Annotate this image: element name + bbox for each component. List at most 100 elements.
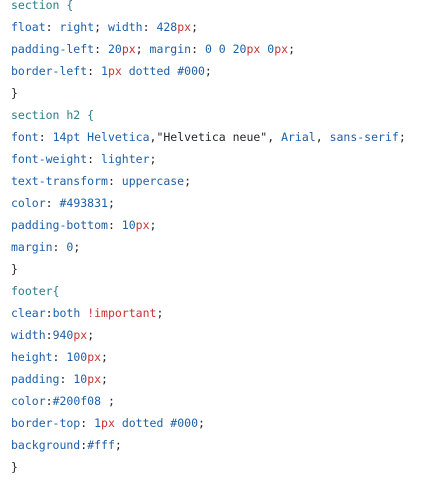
code-token-punct: : bbox=[38, 130, 53, 144]
code-token-punct: ; bbox=[87, 328, 95, 342]
code-line: width:940px; bbox=[11, 324, 94, 346]
code-token-punct: ; bbox=[101, 394, 115, 408]
code-token-unit: px bbox=[107, 64, 122, 78]
code-token-property: border-top bbox=[11, 416, 81, 430]
code-token-value: 940 bbox=[52, 328, 74, 342]
code-token-unit: px bbox=[121, 42, 136, 56]
code-line: border-top: 1px dotted #000; bbox=[11, 412, 205, 434]
code-token-punct: ; bbox=[204, 64, 212, 78]
code-token-punct: ; bbox=[191, 20, 199, 34]
code-line: clear:both !important; bbox=[11, 302, 163, 324]
code-token-unit: px bbox=[101, 416, 115, 430]
code-token-property: border-left bbox=[11, 64, 88, 78]
code-token-value: #200f08 bbox=[52, 394, 102, 408]
code-token-punct: ; bbox=[73, 240, 81, 254]
code-token-punct: ; bbox=[135, 42, 150, 56]
code-line: font: 14pt Helvetica,"Helvetica neue", A… bbox=[11, 126, 406, 148]
code-token-unit: px bbox=[87, 372, 102, 386]
code-token-unit: px bbox=[274, 42, 289, 56]
code-token-punct: ; bbox=[198, 416, 205, 430]
code-token-unit: px bbox=[246, 42, 261, 56]
code-token-punct: : bbox=[45, 196, 60, 210]
code-token-punct: : bbox=[59, 372, 74, 386]
code-token-punct: , bbox=[267, 130, 282, 144]
code-token-value: 1 bbox=[94, 416, 102, 430]
code-token-unit: !important bbox=[87, 306, 157, 320]
code-token-punct: ; bbox=[184, 174, 192, 188]
code-token-punct: ; bbox=[149, 218, 157, 232]
code-token-value: 1 bbox=[101, 64, 108, 78]
code-token-unit: px bbox=[177, 20, 192, 34]
code-token-property: padding-left bbox=[11, 42, 95, 56]
code-token-value: 100 bbox=[66, 350, 88, 364]
code-token-value: #fff bbox=[87, 438, 115, 452]
code-token-property: font bbox=[11, 130, 39, 144]
code-token-punct: : bbox=[45, 328, 53, 342]
code-token-property: width bbox=[11, 328, 46, 342]
code-token-punct: : bbox=[191, 42, 205, 56]
code-token-punct: ; bbox=[101, 350, 108, 364]
code-token-property: background bbox=[11, 438, 81, 452]
code-token-property: font-weight bbox=[11, 152, 88, 166]
code-line: } bbox=[11, 82, 18, 104]
code-token-property: text-transform bbox=[11, 174, 108, 188]
code-line: padding-left: 20px; margin: 0 0 20px 0px… bbox=[11, 38, 295, 60]
code-token-value: 10 bbox=[121, 218, 136, 232]
code-line: padding: 10px; bbox=[11, 368, 108, 390]
code-token-value: sans-serif bbox=[329, 130, 399, 144]
code-token-punct: : bbox=[45, 20, 60, 34]
code-token-punct: : bbox=[87, 64, 102, 78]
code-token-property: padding bbox=[11, 372, 60, 386]
code-token-punct: , bbox=[315, 130, 330, 144]
code-token-unit: px bbox=[87, 350, 102, 364]
code-token-property: padding-bottom bbox=[11, 218, 108, 232]
code-line: footer{ bbox=[11, 280, 59, 302]
code-token-value: lighter bbox=[101, 152, 150, 166]
code-line: float: right; width: 428px; bbox=[11, 16, 198, 38]
code-token-punct: } bbox=[11, 460, 18, 474]
code-token-punct: } bbox=[11, 262, 18, 276]
code-token-value: 10 bbox=[73, 372, 88, 386]
code-line: } bbox=[11, 456, 18, 478]
code-token-value: dotted #000 bbox=[114, 416, 198, 430]
code-token-property: float bbox=[11, 20, 46, 34]
code-token-value: 14pt Helvetica bbox=[52, 130, 150, 144]
code-token-string: "Helvetica neue" bbox=[156, 130, 268, 144]
code-token-punct: : bbox=[80, 416, 95, 430]
code-line: color:#200f08 ; bbox=[11, 390, 115, 412]
code-token-punct: : bbox=[45, 306, 53, 320]
code-token-punct: : bbox=[142, 20, 157, 34]
code-token-punct: : bbox=[107, 174, 122, 188]
code-token-value: Arial bbox=[281, 130, 316, 144]
code-token-punct: ; bbox=[398, 130, 406, 144]
code-token-unit: px bbox=[135, 218, 150, 232]
code-token-punct: ; bbox=[114, 438, 122, 452]
code-token-value: right bbox=[59, 20, 95, 34]
code-token-value: 20 bbox=[107, 42, 122, 56]
code-token-punct: ; bbox=[156, 306, 164, 320]
code-line: background:#fff; bbox=[11, 434, 122, 456]
code-token-punct: ; bbox=[101, 372, 108, 386]
code-token-punct: : bbox=[52, 350, 67, 364]
code-line: height: 100px; bbox=[11, 346, 108, 368]
code-line: border-left: 1px dotted #000; bbox=[11, 60, 212, 82]
code-token-value: both bbox=[52, 306, 88, 320]
code-token-property: width bbox=[107, 20, 143, 34]
code-token-punct: : bbox=[94, 42, 108, 56]
code-token-property: clear bbox=[11, 306, 46, 320]
code-line: color: #493831; bbox=[11, 192, 115, 214]
code-snippet: section {float: right; width: 428px; padd… bbox=[0, 0, 430, 481]
code-line: padding-bottom: 10px; bbox=[11, 214, 156, 236]
code-token-punct: : bbox=[52, 240, 67, 254]
code-token-punct: ; bbox=[288, 42, 296, 56]
code-token-property: color bbox=[11, 394, 46, 408]
code-token-selector: footer{ bbox=[11, 284, 60, 298]
code-token-value: #493831 bbox=[59, 196, 108, 210]
code-token-punct: : bbox=[45, 394, 53, 408]
code-token-property: color bbox=[11, 196, 46, 210]
code-line: section h2 { bbox=[11, 104, 94, 126]
code-line: } bbox=[11, 258, 18, 280]
code-token-property: margin bbox=[149, 42, 192, 56]
code-token-property: height bbox=[11, 350, 53, 364]
code-token-value: dotted #000 bbox=[121, 64, 205, 78]
